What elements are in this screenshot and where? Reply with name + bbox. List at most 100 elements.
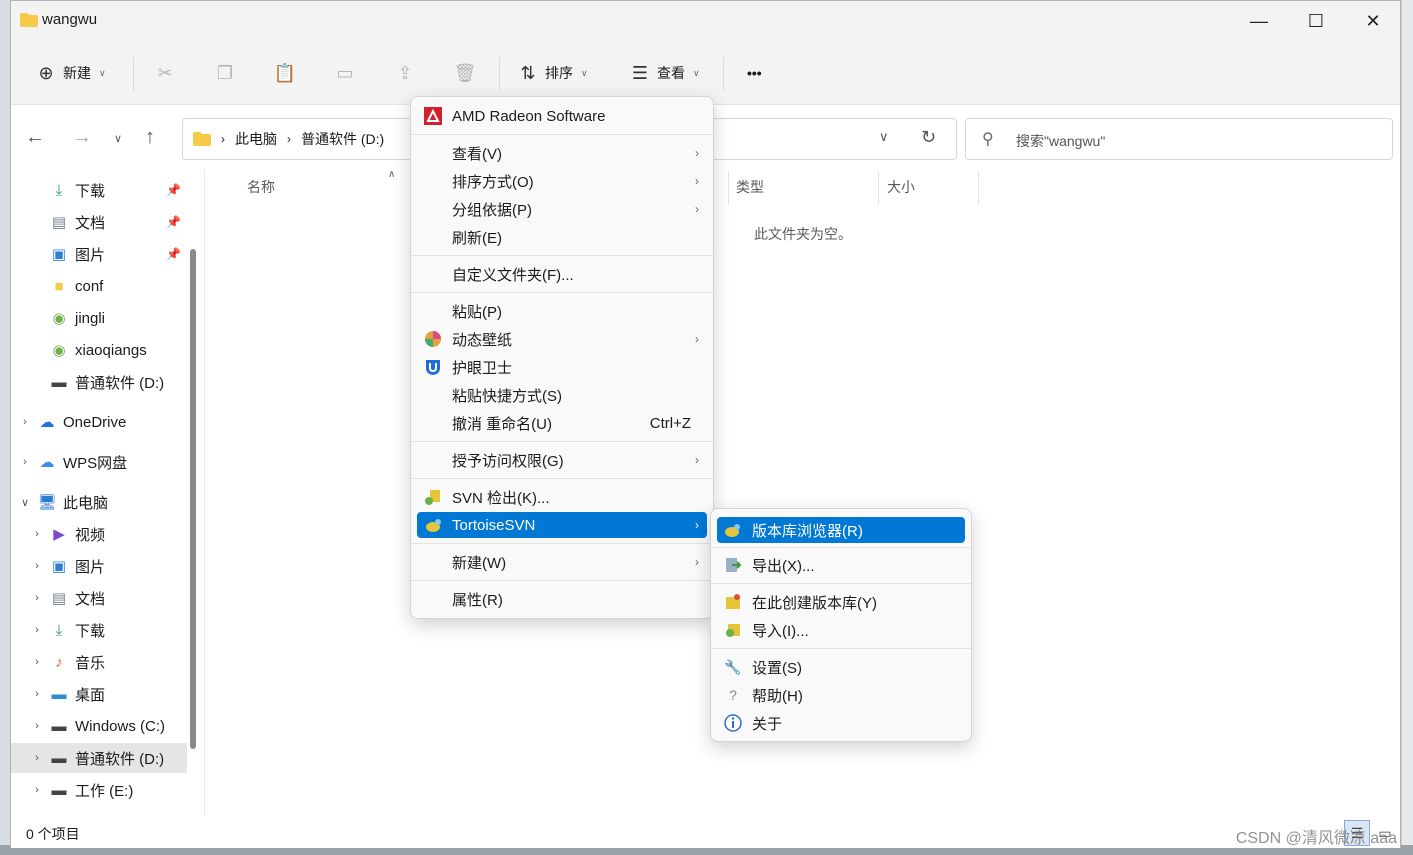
menu-item-view[interactable]: 查看(V) › xyxy=(417,140,707,166)
sidebar-item-documents[interactable]: › ▤ 文档 xyxy=(11,583,187,613)
sidebar-item-drive-d[interactable]: › ▬ 普通软件 (D:) xyxy=(11,743,187,773)
sidebar-item-music[interactable]: › ♪ 音乐 xyxy=(11,647,187,677)
menu-item-refresh[interactable]: 刷新(E) xyxy=(417,224,707,250)
sidebar-item-pictures[interactable]: › ▣ 图片 xyxy=(11,551,187,581)
menu-item-export[interactable]: 导出(X)... xyxy=(717,552,965,578)
column-divider[interactable] xyxy=(728,171,729,205)
sidebar-item-conf[interactable]: ■ conf xyxy=(11,271,187,301)
forward-arrow-icon[interactable]: → xyxy=(72,126,92,149)
chevron-down-icon[interactable]: ∨ xyxy=(19,496,31,509)
view-button[interactable]: ☰ 查看 ∨ xyxy=(629,55,700,91)
column-divider[interactable] xyxy=(978,171,979,205)
menu-item-eyecare[interactable]: 护眼卫士 xyxy=(417,354,707,380)
sidebar-item-label: jingli xyxy=(75,309,106,327)
column-divider[interactable] xyxy=(878,171,879,205)
sidebar-item-desktop[interactable]: › ▬ 桌面 xyxy=(11,679,187,709)
menu-item-settings[interactable]: 🔧 设置(S) xyxy=(717,654,965,680)
sidebar-scrollbar[interactable] xyxy=(190,249,196,749)
sidebar-item-videos[interactable]: › ▶ 视频 xyxy=(11,519,187,549)
sidebar-item-label: 此电脑 xyxy=(63,494,109,512)
menu-item-svn-checkout[interactable]: SVN 检出(K)... xyxy=(417,484,707,510)
chevron-right-icon[interactable]: › xyxy=(19,416,31,428)
chevron-right-icon[interactable]: › xyxy=(31,784,43,796)
menu-item-about[interactable]: 关于 xyxy=(717,710,965,736)
breadcrumb-item[interactable]: 此电脑 xyxy=(235,129,277,149)
menu-item-paste[interactable]: 粘贴(P) xyxy=(417,298,707,324)
toolbar-divider xyxy=(499,57,500,91)
sidebar-item-drive-d[interactable]: ▬ 普通软件 (D:) xyxy=(11,367,187,397)
help-icon: ? xyxy=(729,687,737,703)
minimize-button[interactable]: — xyxy=(1231,1,1287,41)
menu-item-wallpaper[interactable]: 动态壁纸 › xyxy=(417,326,707,352)
chevron-right-icon[interactable]: › xyxy=(31,688,43,700)
sidebar-item-thispc[interactable]: ∨ 🖥 此电脑 xyxy=(11,487,187,517)
breadcrumb-item[interactable]: 普通软件 (D:) xyxy=(301,129,384,149)
chevron-right-icon[interactable]: › xyxy=(31,720,43,732)
menu-separator xyxy=(411,441,713,442)
chevron-right-icon: › xyxy=(695,555,699,569)
chevron-right-icon[interactable]: › xyxy=(31,624,43,636)
new-button[interactable]: ⊕ 新建 ∨ xyxy=(35,55,105,91)
recent-chevron-icon[interactable]: ∨ xyxy=(114,132,122,145)
sidebar-item-drive-c[interactable]: › ▬ Windows (C:) xyxy=(11,711,187,741)
menu-item-undo[interactable]: 撤消 重命名(U) Ctrl+Z xyxy=(417,410,707,436)
sidebar-item-wps[interactable]: › ☁ WPS网盘 xyxy=(11,447,187,477)
menu-item-customize[interactable]: 自定义文件夹(F)... xyxy=(417,261,707,287)
chevron-right-icon: › xyxy=(695,518,699,532)
rename-button[interactable]: ▭ xyxy=(334,55,356,91)
sidebar-item-downloads[interactable]: ⤓ 下载 📌 xyxy=(11,175,187,205)
maximize-button[interactable]: ☐ xyxy=(1288,1,1344,41)
sidebar-item-jingli[interactable]: ◉ jingli xyxy=(11,303,187,333)
menu-item-create-repo[interactable]: 在此创建版本库(Y) xyxy=(717,589,965,615)
menu-separator xyxy=(711,648,971,649)
column-header-size[interactable]: 大小 xyxy=(887,177,915,197)
address-dropdown-icon[interactable]: ∨ xyxy=(879,129,889,145)
back-arrow-icon[interactable]: ← xyxy=(25,126,45,149)
delete-button[interactable]: 🗑 xyxy=(454,55,477,91)
share-button[interactable]: ⇪ xyxy=(394,55,416,91)
sort-button[interactable]: ⇅ 排序 ∨ xyxy=(517,55,587,91)
menu-item-access[interactable]: 授予访问权限(G) › xyxy=(417,447,707,473)
refresh-icon[interactable]: ↻ xyxy=(921,127,936,148)
menu-item-paste-shortcut[interactable]: 粘贴快捷方式(S) xyxy=(417,382,707,408)
menu-separator xyxy=(411,543,713,544)
menu-item-import[interactable]: 导入(I)... xyxy=(717,617,965,643)
menu-item-tortoisesvn[interactable]: TortoiseSVN › xyxy=(417,512,707,538)
search-input[interactable]: ⚲ 搜索"wangwu" xyxy=(965,118,1393,160)
breadcrumb: › 此电脑 › 普通软件 (D:) xyxy=(193,129,384,149)
sidebar-item-pictures[interactable]: ▣ 图片 📌 xyxy=(11,239,187,269)
sidebar-item-onedrive[interactable]: › ☁ OneDrive xyxy=(11,407,187,437)
menu-item-amd[interactable]: AMD Radeon Software xyxy=(417,103,707,129)
drive-icon: ▬ xyxy=(51,781,67,799)
view-label: 查看 xyxy=(657,65,685,81)
chevron-right-icon[interactable]: › xyxy=(31,656,43,668)
up-arrow-icon[interactable]: ↑ xyxy=(145,126,155,149)
menu-item-group[interactable]: 分组依据(P) › xyxy=(417,196,707,222)
menu-item-sort[interactable]: 排序方式(O) › xyxy=(417,168,707,194)
menu-item-new[interactable]: 新建(W) › xyxy=(417,549,707,575)
chevron-right-icon[interactable]: › xyxy=(31,560,43,572)
chevron-right-icon[interactable]: › xyxy=(31,528,43,540)
sidebar-item-xiaoqiangs[interactable]: ◉ xiaoqiangs xyxy=(11,335,187,365)
copy-button[interactable]: ❐ xyxy=(214,55,236,91)
more-button[interactable]: ••• xyxy=(747,55,762,91)
chevron-right-icon[interactable]: › xyxy=(19,456,31,468)
menu-separator xyxy=(411,134,713,135)
more-icon: ••• xyxy=(747,65,762,81)
menu-item-properties[interactable]: 属性(R) xyxy=(417,586,707,612)
menu-item-repo-browser[interactable]: 版本库浏览器(R) xyxy=(717,517,965,543)
chevron-right-icon[interactable]: › xyxy=(31,752,43,764)
sidebar-item-documents[interactable]: ▤ 文档 📌 xyxy=(11,207,187,237)
close-button[interactable]: ✕ xyxy=(1345,1,1401,41)
sidebar-item-drive-e[interactable]: › ▬ 工作 (E:) xyxy=(11,775,187,805)
menu-item-help[interactable]: ? 帮助(H) xyxy=(717,682,965,708)
column-header-type[interactable]: 类型 xyxy=(736,177,764,197)
sidebar-item-downloads[interactable]: › ⤓ 下载 xyxy=(11,615,187,645)
svn-folder-icon: ◉ xyxy=(52,310,66,327)
cut-button[interactable]: ✂ xyxy=(154,55,176,91)
item-count: 0 个项目 xyxy=(26,826,80,842)
column-header-name[interactable]: 名称 xyxy=(247,177,275,197)
paste-button[interactable]: 📋 xyxy=(274,55,296,91)
sidebar-item-label: OneDrive xyxy=(63,413,127,431)
chevron-right-icon[interactable]: › xyxy=(31,592,43,604)
